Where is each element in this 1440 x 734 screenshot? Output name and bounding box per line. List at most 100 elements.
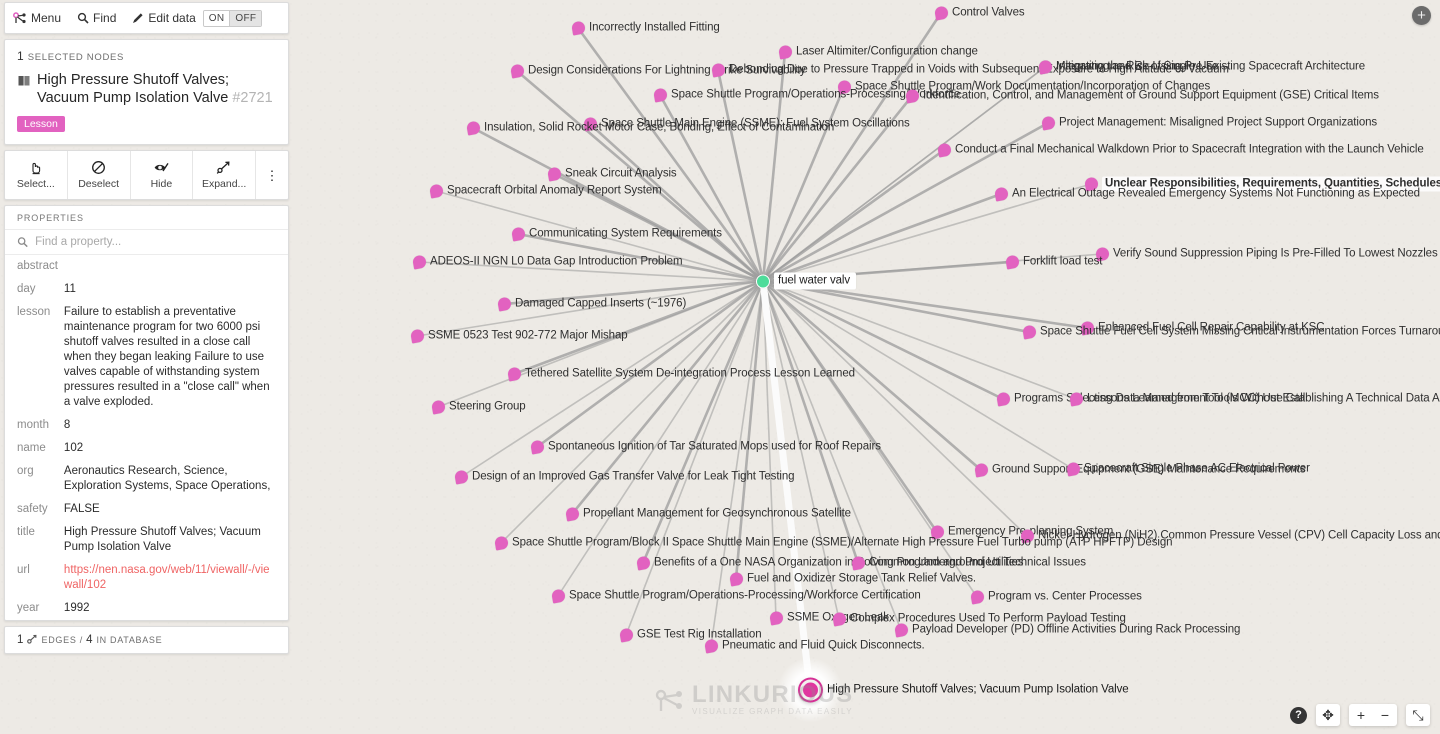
graph-node[interactable]: Propellant Management for Geosynchronous… <box>564 506 851 522</box>
graph-node-dot-icon[interactable] <box>1040 115 1057 131</box>
graph-node[interactable]: Laser Altimiter/Configuration change <box>777 44 978 60</box>
graph-node-dot-icon[interactable] <box>411 254 428 270</box>
graph-node-dot-icon[interactable] <box>618 627 635 643</box>
graph-node-dot-icon[interactable] <box>493 535 510 551</box>
graph-node-dot-icon[interactable] <box>969 589 986 605</box>
more-actions-button[interactable]: ⋮ <box>256 151 288 199</box>
help-button[interactable]: ? <box>1290 706 1307 724</box>
graph-node-dot-icon[interactable] <box>933 5 950 21</box>
graph-node-dot-icon[interactable] <box>831 611 848 627</box>
graph-node[interactable]: Space Shuttle Program/Operations-Process… <box>550 588 921 604</box>
graph-node[interactable]: Conduct a Final Mechanical Walkdown Prio… <box>936 142 1424 158</box>
graph-node[interactable]: Tethered Satellite System De-integration… <box>506 366 855 382</box>
graph-node[interactable]: Insulation, Solid Rocket Motor Case, Bon… <box>465 120 834 136</box>
graph-node-dot-icon[interactable] <box>506 366 523 382</box>
graph-node-dot-icon[interactable] <box>529 439 546 455</box>
graph-node-dot-icon[interactable] <box>777 44 794 60</box>
graph-node-dot-icon[interactable] <box>564 506 581 522</box>
graph-node-dot-icon[interactable] <box>768 610 785 626</box>
graph-node-dot-icon[interactable] <box>710 62 727 78</box>
graph-node[interactable]: Lessons Learned from Tool (MCC) Use Call <box>1068 391 1305 407</box>
graph-node[interactable]: Pneumatic and Fluid Quick Disconnects. <box>703 638 925 654</box>
graph-node-dot-icon[interactable] <box>509 63 526 79</box>
graph-node-dot-icon[interactable] <box>652 87 669 103</box>
graph-node-dot-icon[interactable] <box>973 462 990 478</box>
graph-node-dot-icon[interactable] <box>904 88 921 104</box>
graph-node[interactable]: Integrating and Re-Using Pre-Existing Sp… <box>1037 59 1365 75</box>
graph-node[interactable]: Verify Sound Suppression Piping Is Pre-F… <box>1094 246 1440 262</box>
graph-node[interactable]: Fuel and Oxidizer Storage Tank Relief Va… <box>728 571 976 587</box>
graph-node-dot-icon[interactable] <box>993 186 1010 202</box>
graph-node[interactable]: Forklift load test <box>1004 254 1102 270</box>
graph-node[interactable]: Communicating System Requirements <box>510 226 722 242</box>
graph-node[interactable]: Incorrectly Installed Fitting <box>570 20 720 36</box>
fullscreen-button[interactable]: ⤡ <box>1406 704 1430 726</box>
zoom-out-button[interactable]: − <box>1373 704 1397 726</box>
graph-node[interactable]: Identification, Control, and Management … <box>904 88 1379 104</box>
edit-data-toggle-on[interactable]: ON <box>203 10 230 26</box>
graph-node-dot-icon[interactable] <box>756 274 770 288</box>
graph-node-dot-icon[interactable] <box>496 296 513 312</box>
graph-node[interactable]: Payload Developer (PD) Offline Activitie… <box>893 622 1240 638</box>
expand-action[interactable]: Expand... <box>193 151 256 199</box>
add-node-button[interactable]: + <box>1412 6 1431 25</box>
graph-node-dot-icon[interactable] <box>703 638 720 654</box>
deselect-action[interactable]: Deselect <box>68 151 131 199</box>
graph-node[interactable]: Steering Group <box>430 399 526 415</box>
graph-node-dot-icon[interactable] <box>1004 254 1021 270</box>
graph-node-dot-icon[interactable] <box>550 588 567 604</box>
graph-node[interactable]: Spacecraft Single Phase AC Electrical Po… <box>1065 461 1310 477</box>
graph-node[interactable]: Design of an Improved Gas Transfer Valve… <box>453 469 795 485</box>
hide-action[interactable]: Hide <box>131 151 194 199</box>
pan-button[interactable]: ✥ <box>1316 704 1340 726</box>
graph-node[interactable]: Common Underground Utilities <box>850 555 1024 571</box>
select-action[interactable]: Select... <box>5 151 68 199</box>
graph-node[interactable]: Project Management: Misaligned Project S… <box>1040 115 1377 131</box>
property-search-input[interactable] <box>35 236 276 248</box>
graph-node[interactable]: Program vs. Center Processes <box>969 589 1142 605</box>
graph-node-dot-icon[interactable] <box>1037 59 1054 75</box>
find-button[interactable]: Find <box>77 11 116 25</box>
property-value[interactable]: https://nen.nasa.gov/web/11/viewall/-/vi… <box>64 559 288 597</box>
graph-node[interactable]: Spacecraft Orbital Anomaly Report System <box>428 183 662 199</box>
graph-node[interactable]: Space Shuttle Program/Block II Space Shu… <box>493 535 1173 551</box>
graph-node-dot-icon[interactable] <box>635 555 652 571</box>
graph-node-dot-icon[interactable] <box>430 399 447 415</box>
graph-node-dot-icon[interactable] <box>428 183 445 199</box>
graph-node-dot-icon[interactable] <box>1021 324 1038 340</box>
graph-node[interactable]: Control Valves <box>933 5 1025 21</box>
graph-node-dot-icon[interactable] <box>570 20 587 36</box>
graph-node-dot-icon[interactable] <box>1068 391 1085 407</box>
property-url-link[interactable]: https://nen.nasa.gov/web/11/viewall/-/vi… <box>64 564 270 591</box>
graph-node-dot-icon[interactable] <box>510 226 527 242</box>
edit-data-toggle-off[interactable]: OFF <box>229 10 262 26</box>
graph-node-dot-icon[interactable] <box>893 622 910 638</box>
graph-node-dot-icon[interactable] <box>546 166 563 182</box>
graph-node[interactable]: SSME 0523 Test 902-772 Major Mishap <box>409 328 628 344</box>
graph-node-dot-icon[interactable] <box>1065 461 1082 477</box>
graph-node-dot-icon[interactable] <box>728 571 745 587</box>
property-row: title High Pressure Shutoff Valves; Vacuu… <box>5 521 288 559</box>
graph-node-dot-icon[interactable] <box>850 555 867 571</box>
graph-node[interactable]: Spontaneous Ignition of Tar Saturated Mo… <box>529 439 881 455</box>
graph-node-dot-icon[interactable] <box>465 120 482 136</box>
edit-data-control[interactable]: Edit data ON OFF <box>132 9 263 27</box>
graph-node-dot-icon[interactable] <box>995 391 1012 407</box>
graph-node[interactable]: ADEOS-II NGN L0 Data Gap Introduction Pr… <box>411 254 683 270</box>
graph-node-dot-icon[interactable] <box>409 328 426 344</box>
graph-node[interactable]: High Pressure Shutoff Valves; Vacuum Pum… <box>800 679 1129 701</box>
property-search-row[interactable] <box>5 230 288 255</box>
graph-node[interactable]: fuel water valv <box>756 272 857 290</box>
graph-node[interactable]: Damaged Capped Inserts (~1976) <box>496 296 686 312</box>
graph-node-dot-icon[interactable] <box>800 679 821 701</box>
status-badge: Lesson <box>17 116 65 132</box>
graph-edge <box>761 51 787 282</box>
graph-node[interactable]: Space Shuttle Fuel Cell System Missing C… <box>1021 324 1440 340</box>
zoom-in-button[interactable]: + <box>1349 704 1373 726</box>
edit-data-toggle[interactable]: ON OFF <box>202 9 263 27</box>
graph-node-dot-icon[interactable] <box>453 469 470 485</box>
graph-node[interactable]: An Electrical Outage Revealed Emergency … <box>993 186 1420 202</box>
graph-node[interactable]: Sneak Circuit Analysis <box>546 166 677 182</box>
menu-button[interactable]: Menu <box>13 11 61 25</box>
graph-node-dot-icon[interactable] <box>936 142 953 158</box>
